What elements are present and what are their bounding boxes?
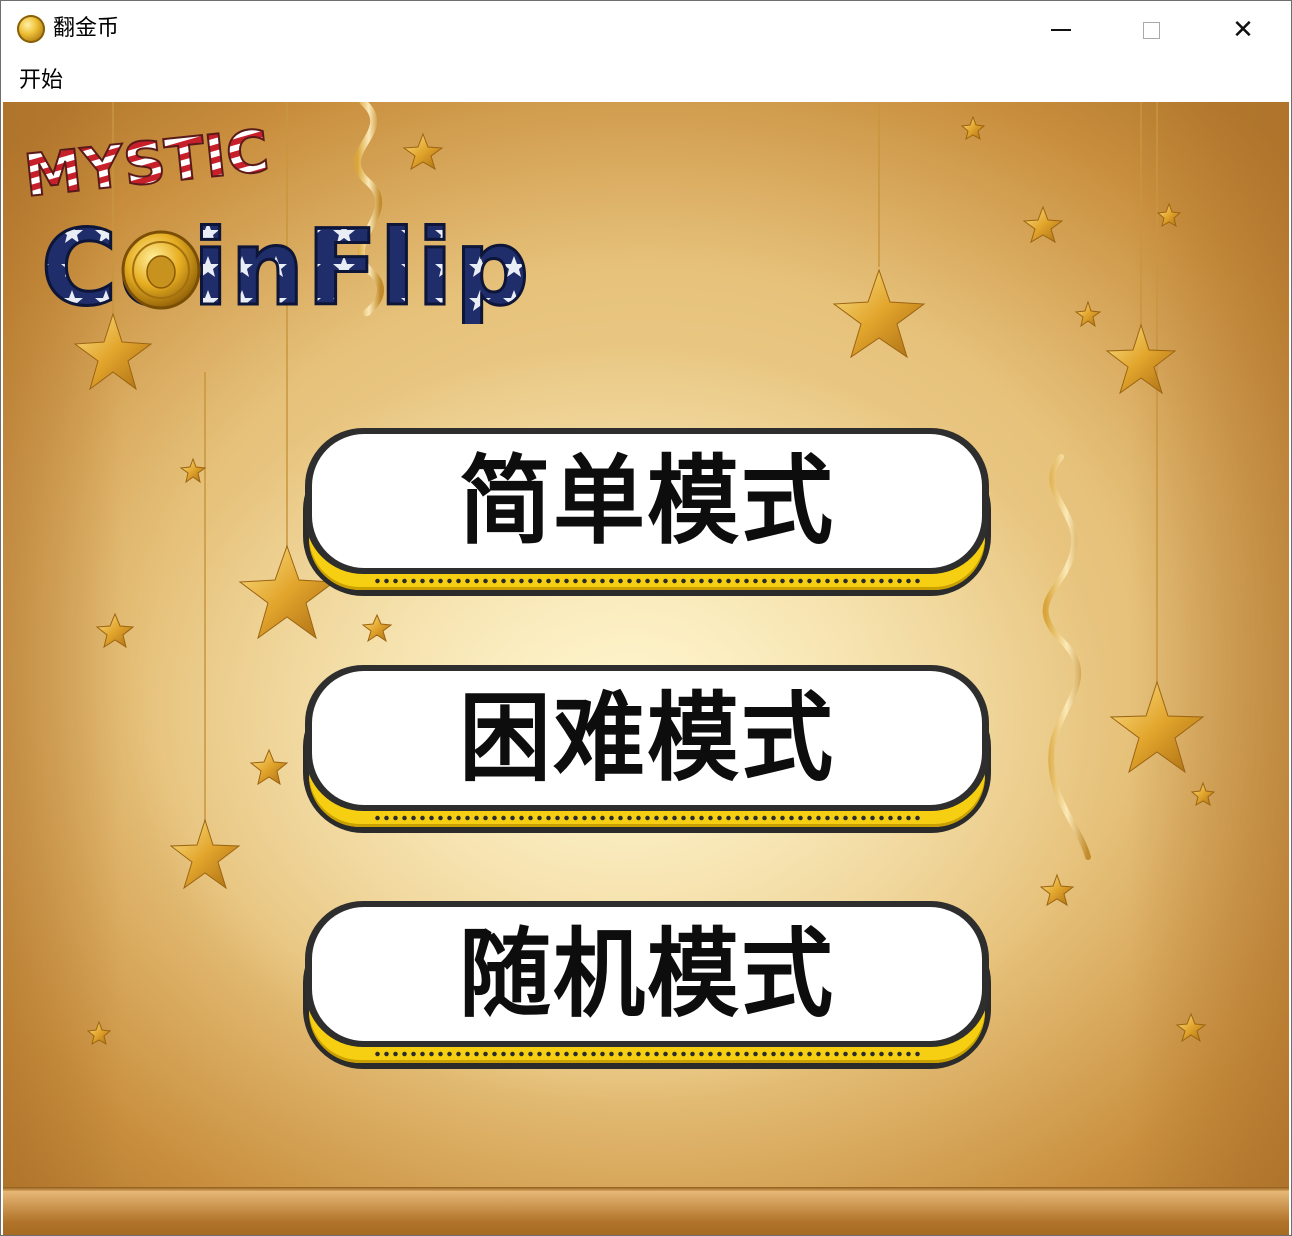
close-icon: ✕ bbox=[1232, 15, 1254, 45]
button-rail-lights bbox=[373, 815, 921, 821]
minimize-icon bbox=[1051, 29, 1071, 31]
menu-start[interactable]: 开始 bbox=[11, 63, 71, 99]
easy-mode-label: 简单模式 bbox=[458, 444, 835, 558]
button-face: 随机模式 bbox=[305, 901, 989, 1047]
button-face-inner: 随机模式 bbox=[312, 907, 982, 1041]
star-decoration bbox=[1074, 300, 1102, 328]
star-decoration bbox=[179, 457, 207, 484]
star-decoration bbox=[1156, 202, 1182, 228]
close-button[interactable]: ✕ bbox=[1197, 1, 1289, 59]
random-mode-label: 随机模式 bbox=[458, 917, 835, 1031]
maximize-icon bbox=[1142, 21, 1160, 39]
star-decoration bbox=[1109, 680, 1205, 774]
maximize-button[interactable] bbox=[1105, 1, 1197, 59]
star-decoration bbox=[73, 312, 153, 391]
hard-mode-button[interactable]: 困难模式 bbox=[303, 665, 993, 835]
star-decoration bbox=[1022, 205, 1064, 244]
game-canvas: MYSTIC CoinFlip 简单模式 困难模式 随机模式 bbox=[3, 102, 1289, 1235]
button-face: 简单模式 bbox=[305, 428, 989, 574]
star-decoration bbox=[960, 115, 986, 141]
star-decoration bbox=[169, 818, 241, 890]
star-decoration bbox=[361, 613, 393, 643]
random-mode-button[interactable]: 随机模式 bbox=[303, 901, 993, 1071]
star-decoration bbox=[249, 748, 289, 786]
title-bar[interactable]: 翻金币 ✕ bbox=[1, 1, 1291, 59]
logo-coin-icon bbox=[121, 230, 201, 310]
star-decoration bbox=[832, 268, 926, 359]
gold-coin-icon bbox=[17, 15, 45, 43]
minimize-button[interactable] bbox=[1015, 1, 1107, 59]
logo-line-2: CoinFlip bbox=[41, 207, 531, 324]
app-window: 翻金币 ✕ 开始 MYSTIC CoinFlip 简单模式 困难模式 随机模式 bbox=[0, 0, 1292, 1236]
star-decoration bbox=[95, 612, 135, 649]
menu-bar: 开始 bbox=[1, 59, 1291, 101]
button-rail-lights bbox=[373, 578, 921, 584]
button-rail-lights bbox=[373, 1051, 921, 1057]
logo-line-1: MYSTIC bbox=[21, 117, 272, 210]
game-logo: MYSTIC CoinFlip bbox=[21, 116, 531, 324]
star-decoration bbox=[86, 1020, 112, 1046]
streamer bbox=[1042, 454, 1091, 860]
button-face-inner: 困难模式 bbox=[312, 671, 982, 805]
star-decoration bbox=[1105, 323, 1177, 395]
star-decoration bbox=[1190, 781, 1216, 807]
button-face: 困难模式 bbox=[305, 665, 989, 811]
star-decoration bbox=[1039, 873, 1075, 907]
easy-mode-button[interactable]: 简单模式 bbox=[303, 428, 993, 598]
floor bbox=[3, 1191, 1289, 1235]
window-title: 翻金币 bbox=[53, 16, 120, 41]
button-face-inner: 简单模式 bbox=[312, 434, 982, 568]
star-decoration bbox=[1175, 1012, 1207, 1043]
hard-mode-label: 困难模式 bbox=[458, 681, 835, 795]
